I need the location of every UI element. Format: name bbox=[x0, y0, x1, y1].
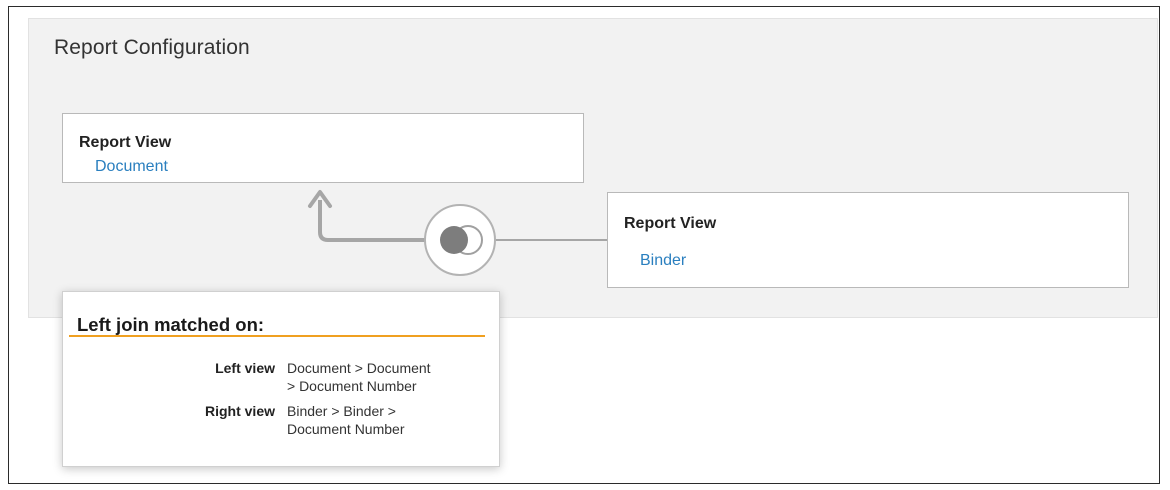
left-report-view-link[interactable]: Document bbox=[95, 158, 168, 176]
venn-join-icon[interactable] bbox=[422, 202, 498, 278]
join-popup-title: Left join matched on: bbox=[77, 314, 265, 335]
right-view-field-path-line2: Document Number bbox=[287, 421, 405, 437]
join-popup-title-underline bbox=[69, 335, 485, 337]
left-view-field-path-line2: > Document Number bbox=[287, 378, 417, 394]
right-report-view-link[interactable]: Binder bbox=[640, 252, 686, 270]
right-report-view-box: Report View Binder bbox=[607, 192, 1129, 288]
right-report-view-heading: Report View bbox=[624, 215, 717, 232]
left-report-view-box: Report View Document bbox=[62, 113, 584, 183]
page-title: Report Configuration bbox=[54, 36, 250, 59]
right-view-label: Right view bbox=[204, 403, 275, 419]
join-details-popup: Left join matched on: Left view Document… bbox=[62, 291, 500, 467]
left-view-label: Left view bbox=[215, 360, 275, 376]
left-view-field-path-line1: Document > Document bbox=[287, 360, 431, 376]
right-view-field-path-line1: Binder > Binder > bbox=[287, 403, 396, 419]
left-report-view-heading: Report View bbox=[79, 134, 172, 151]
